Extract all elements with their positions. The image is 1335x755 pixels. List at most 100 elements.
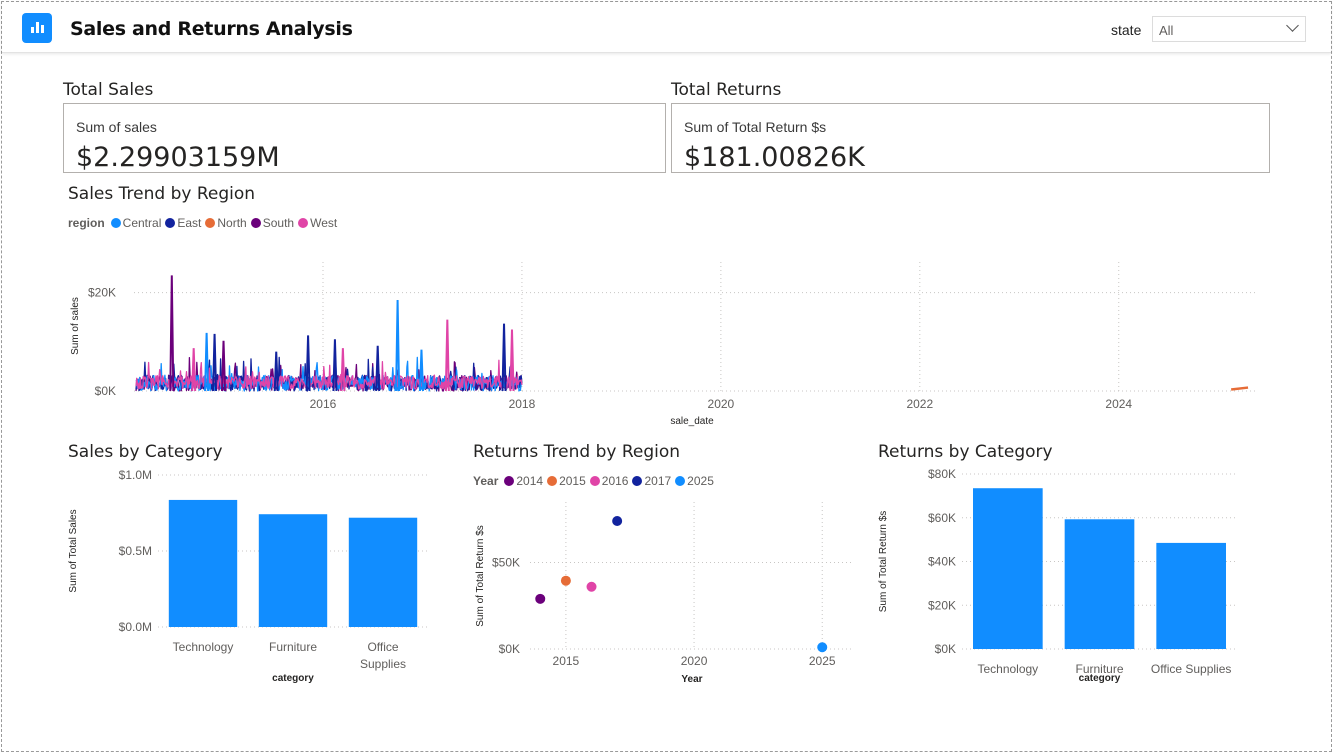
x-tick-label: 2025 — [809, 654, 836, 668]
x-tick-label: Office — [367, 640, 398, 654]
year-legend-item[interactable]: 2025 — [675, 474, 714, 488]
sales-trend-legend: region Central East North South West — [68, 216, 341, 230]
total-sales-title: Total Sales — [63, 80, 154, 100]
legend-dot-icon — [250, 218, 261, 228]
year-legend-item[interactable]: 2016 — [589, 474, 629, 488]
year-legend-label: 2014 — [516, 474, 544, 488]
region-legend-label: South — [262, 216, 295, 230]
region-legend-title: region — [68, 216, 105, 230]
x-axis-title: sale_date — [670, 416, 714, 427]
y-tick-label: $20K — [928, 598, 956, 612]
total-sales-card[interactable]: Sum of sales $2.29903159M — [63, 103, 666, 173]
bar-office-supplies — [348, 517, 418, 627]
y-axis-title: Sum of sales — [70, 297, 81, 355]
state-filter-value: All — [1159, 23, 1174, 38]
y-tick-label: $40K — [928, 555, 956, 569]
region-legend-label: North — [217, 216, 247, 230]
bar-furniture — [258, 514, 328, 627]
x-axis-title: category — [272, 673, 314, 684]
y-tick-label: $80K — [928, 467, 956, 481]
y-tick-label: $1.0M — [119, 468, 152, 482]
x-tick-label: 2015 — [553, 654, 580, 668]
y-axis-title: Sum of Total Return $s — [475, 525, 486, 627]
state-filter-dropdown[interactable]: All — [1152, 16, 1306, 42]
x-tick-label: Furniture — [269, 640, 317, 654]
x-tick-label: 2020 — [708, 397, 735, 411]
sales-by-category-title: Sales by Category — [68, 442, 223, 462]
region-legend-item[interactable]: South — [250, 216, 295, 230]
x-tick-label: 2016 — [310, 397, 337, 411]
total-sales-value: $2.29903159M — [76, 142, 280, 173]
y-tick-label: $0K — [935, 642, 956, 656]
year-legend-label: 2015 — [559, 474, 586, 488]
region-legend-item[interactable]: North — [205, 216, 247, 230]
legend-dot-icon — [547, 476, 558, 486]
report-header: Sales and Returns Analysis state All — [2, 2, 1331, 53]
legend-dot-icon — [504, 476, 515, 486]
region-legend-label: West — [310, 216, 338, 230]
y-tick-label: $0K — [95, 384, 116, 398]
total-returns-card[interactable]: Sum of Total Return $s $181.00826K — [671, 103, 1270, 173]
sales-trend-chart[interactable]: $0K $20K 2016 2018 2020 2022 2024 Sum of sales s… — [60, 260, 1270, 432]
x-tick-label: 2018 — [509, 397, 536, 411]
total-returns-value: $181.00826K — [684, 142, 865, 173]
region-legend-label: East — [177, 216, 202, 230]
page-title: Sales and Returns Analysis — [70, 18, 353, 40]
total-returns-subtitle: Sum of Total Return $s — [684, 119, 827, 135]
legend-dot-icon — [675, 476, 686, 486]
x-tick-label: 2024 — [1105, 397, 1132, 411]
point-2015 — [560, 575, 571, 586]
report-app-icon[interactable] — [22, 13, 52, 43]
bar-furniture — [1064, 519, 1135, 649]
chevron-down-icon — [1286, 19, 1299, 32]
region-legend-item[interactable]: East — [165, 216, 201, 230]
year-legend-title: Year — [473, 474, 499, 488]
series-spike — [169, 275, 175, 392]
year-legend-label: 2017 — [644, 474, 672, 488]
series-line-north — [1230, 386, 1249, 391]
year-legend-label: 2016 — [601, 474, 629, 488]
year-legend-label: 2025 — [687, 474, 714, 488]
y-tick-label: $0.5M — [119, 544, 152, 558]
year-legend-item[interactable]: 2015 — [547, 474, 586, 488]
sales-by-category-chart[interactable]: $0.0M $0.5M $1.0M Technology Furniture Office… — [60, 465, 460, 690]
sales-trend-title: Sales Trend by Region — [68, 184, 256, 204]
legend-dot-icon — [165, 218, 176, 228]
year-legend-item[interactable]: 2017 — [632, 474, 671, 488]
returns-by-category-chart[interactable]: $0K$20K$40K$60K$80KTechnology Furniture Of… — [870, 465, 1270, 690]
x-tick-label: Technology — [173, 640, 234, 654]
returns-trend-chart[interactable]: $0K $50K 2015 2020 2025 Sum of Total Return $… — [468, 492, 868, 690]
y-axis-title: Sum of Total Sales — [68, 509, 79, 592]
bar-technology — [973, 488, 1043, 649]
x-tick-label: 2022 — [906, 397, 933, 411]
point-2014 — [535, 593, 546, 604]
x-axis-title: Year — [681, 674, 702, 685]
year-legend-item[interactable]: 2014 — [504, 474, 543, 488]
x-tick-label: 2020 — [681, 654, 708, 668]
x-tick-label: Office Supplies — [1151, 662, 1232, 676]
region-legend-item[interactable]: West — [298, 216, 337, 230]
y-tick-label: $0K — [499, 642, 520, 656]
x-axis-title: category — [1079, 673, 1121, 684]
total-sales-subtitle: Sum of sales — [76, 119, 157, 135]
point-2017 — [612, 516, 623, 527]
y-tick-label: $20K — [88, 286, 116, 300]
x-tick-label: Supplies — [360, 657, 406, 671]
point-2025 — [817, 642, 828, 653]
y-tick-label: $60K — [928, 511, 956, 525]
x-tick-label: Technology — [977, 662, 1038, 676]
legend-dot-icon — [298, 218, 309, 228]
y-axis-title: Sum of Total Return $s — [878, 511, 889, 613]
bar-office-supplies — [1156, 542, 1226, 649]
legend-dot-icon — [632, 476, 643, 486]
legend-dot-icon — [110, 218, 121, 228]
region-legend-item[interactable]: Central — [110, 216, 161, 230]
y-tick-label: $0.0M — [119, 620, 152, 634]
point-2016 — [586, 581, 597, 592]
state-filter-label: state — [1111, 22, 1142, 38]
returns-trend-title: Returns Trend by Region — [473, 442, 681, 462]
returns-trend-legend: Year 2014 2015 2016 2017 2025 — [473, 474, 718, 488]
legend-dot-icon — [589, 476, 600, 486]
y-tick-label: $50K — [492, 556, 520, 570]
returns-by-category-title: Returns by Category — [878, 442, 1053, 462]
